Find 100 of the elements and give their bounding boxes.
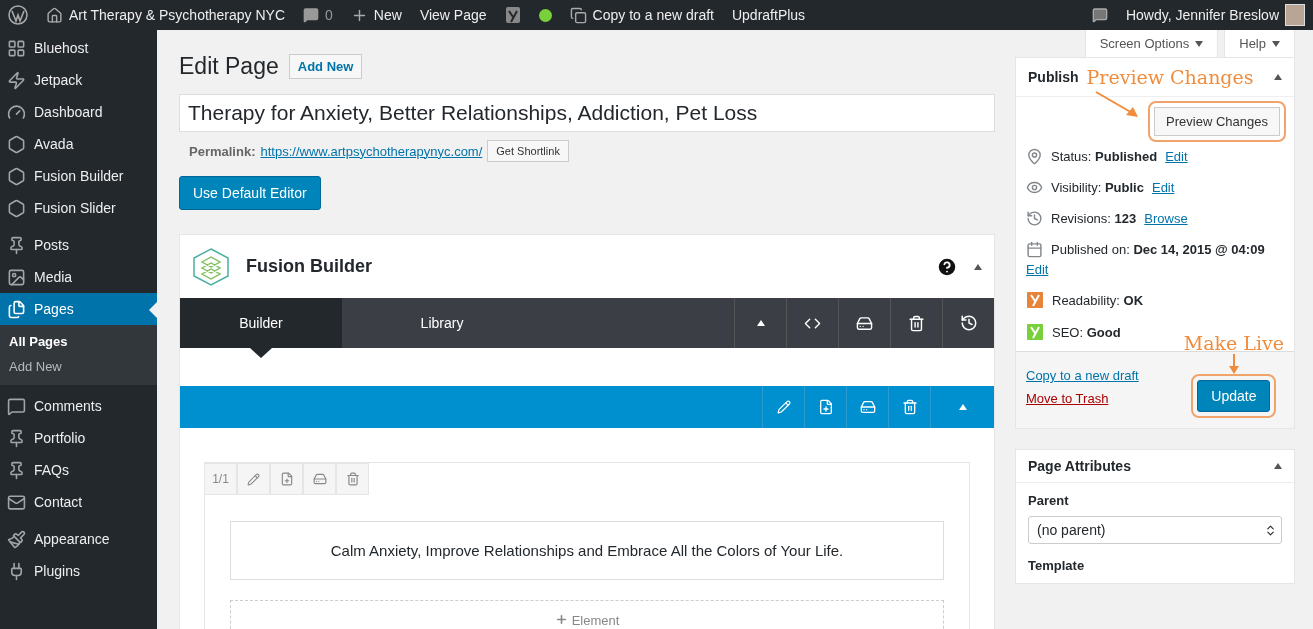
copy-draft-link[interactable]: Copy to a new draft <box>569 6 714 24</box>
caret-icon <box>958 404 967 410</box>
trash-icon <box>345 472 360 486</box>
file-plus-icon <box>817 399 834 415</box>
text-element[interactable]: Calm Anxiety, Improve Relationships and Embrace All the Colors of Your Life. <box>230 521 944 580</box>
permalink-link[interactable]: https://www.artpsychotherapynyc.com/ <box>260 143 483 159</box>
submenu-item[interactable]: All Pages <box>0 329 157 354</box>
mail-icon <box>7 492 26 512</box>
sidebar-item[interactable]: Fusion Slider <box>0 192 157 224</box>
select-arrows-icon <box>1264 523 1277 537</box>
home-icon <box>46 6 63 24</box>
grid-icon <box>7 38 26 58</box>
caret-icon <box>756 320 765 326</box>
submenu-item[interactable]: Add New <box>0 354 157 379</box>
sidebar-item[interactable]: Bluehost <box>0 32 157 64</box>
copy-draft-link[interactable]: Copy to a new draft <box>1026 368 1139 383</box>
sidebar-item[interactable]: Media <box>0 261 157 293</box>
sidebar-item[interactable]: Portfolio <box>0 422 157 454</box>
status-text: Visibility: Public <box>1051 180 1144 195</box>
edit-link[interactable]: Browse <box>1144 211 1188 226</box>
account-link[interactable]: Howdy, Jennifer Breslow <box>1125 4 1305 26</box>
screen-tab[interactable]: Screen Options <box>1084 30 1219 59</box>
page-heading: Edit Page <box>179 53 279 80</box>
sidebar-item[interactable]: Comments <box>0 390 157 422</box>
status-text: SEO: Good <box>1052 324 1121 340</box>
history-icon <box>1026 210 1043 227</box>
publish-title: Publish <box>1028 69 1079 85</box>
updraft-link[interactable]: UpdraftPlus <box>731 7 806 23</box>
sidebar-item[interactable]: Avada <box>0 128 157 160</box>
sidebar-item[interactable]: Dashboard <box>0 96 157 128</box>
sidebar-item[interactable]: Appearance <box>0 523 157 555</box>
comment-icon <box>303 7 320 23</box>
sidebar-item[interactable]: Jetpack <box>0 64 157 96</box>
gauge-icon <box>7 102 26 122</box>
hexagon-icon <box>7 166 26 186</box>
eye-icon <box>1026 179 1043 196</box>
shortlink-button[interactable]: Get Shortlink <box>487 140 569 162</box>
status-text: Revisions: 123 <box>1051 211 1137 226</box>
box-title: Page Attributes <box>1028 458 1131 474</box>
site-title-link[interactable]: Art Therapy & Psychotherapy NYC <box>46 6 286 24</box>
new-link[interactable]: New <box>350 6 402 24</box>
pin-icon <box>7 460 26 480</box>
drive-icon <box>859 399 876 415</box>
parent-select[interactable]: (no parent) <box>1028 516 1282 544</box>
builder-tab[interactable]: Builder <box>180 298 342 358</box>
parent-label: Parent <box>1028 493 1070 508</box>
status-dot <box>538 8 552 22</box>
default-editor-button[interactable]: Use Default Editor <box>179 176 321 210</box>
seo-plugin-icon[interactable] <box>504 6 521 24</box>
sidebar-item[interactable]: Contact <box>0 486 157 518</box>
plus-icon <box>554 613 568 626</box>
edit-link[interactable]: Edit <box>1026 262 1284 277</box>
wordpress-logo-icon[interactable] <box>8 5 28 25</box>
caret-icon <box>974 263 982 270</box>
image-icon <box>7 267 26 287</box>
caret-icon <box>1195 40 1204 47</box>
pin-icon <box>7 235 26 255</box>
status-text: Readability: OK <box>1052 292 1144 308</box>
view-page-link[interactable]: View Page <box>419 7 487 23</box>
comments-link[interactable]: 0 <box>303 7 333 23</box>
logo-icon <box>192 246 230 287</box>
edit-link[interactable]: Edit <box>1165 149 1188 164</box>
permalink-label: Permalink: <box>189 143 256 159</box>
drive-icon <box>312 472 327 486</box>
history-icon <box>959 314 978 332</box>
help-icon[interactable] <box>936 255 958 278</box>
caret-icon <box>1272 40 1280 47</box>
status-text: Published on: Dec 14, 2015 @ 04:09 <box>1051 242 1265 257</box>
sidebar-item[interactable]: Pages <box>0 293 157 325</box>
update-button[interactable]: Update <box>1197 380 1271 412</box>
drive-icon <box>856 314 873 332</box>
paintbrush-icon <box>7 529 26 549</box>
comment-icon <box>7 396 26 416</box>
status-text: Status: Published <box>1051 149 1158 164</box>
pin-icon <box>7 428 26 448</box>
trash-icon <box>901 399 918 415</box>
screen-tab[interactable]: Help <box>1224 30 1295 59</box>
edit-link[interactable]: Edit <box>1151 180 1175 195</box>
trash-icon <box>908 314 925 332</box>
annotation-arrow <box>1228 354 1239 374</box>
template-label: Template <box>1028 558 1086 573</box>
add-element-button[interactable]: Element <box>230 600 944 629</box>
pin-icon <box>1026 148 1043 165</box>
file-plus-icon <box>279 472 294 486</box>
annotation-label: Preview Changes <box>1086 66 1254 88</box>
pencil-icon <box>776 400 791 414</box>
add-new-button[interactable]: Add New <box>288 54 363 79</box>
calendar-icon <box>1026 241 1043 258</box>
title-field[interactable]: Therapy for Anxiety, Better Relationships, Addiction, Pet Loss <box>179 94 995 132</box>
hexagon-icon <box>7 198 26 218</box>
trash-link[interactable]: Move to Trash <box>1026 391 1139 406</box>
sidebar-item[interactable]: Plugins <box>0 555 157 587</box>
notification-icon[interactable] <box>1091 7 1108 23</box>
sidebar-item[interactable]: Fusion Builder <box>0 160 157 192</box>
sidebar-item[interactable]: Posts <box>0 229 157 261</box>
preview-changes-button[interactable]: Preview Changes <box>1154 107 1280 136</box>
hexagon-icon <box>7 134 26 154</box>
pages-icon <box>7 299 26 319</box>
sidebar-item[interactable]: FAQs <box>0 454 157 486</box>
caret-icon <box>1274 463 1282 469</box>
